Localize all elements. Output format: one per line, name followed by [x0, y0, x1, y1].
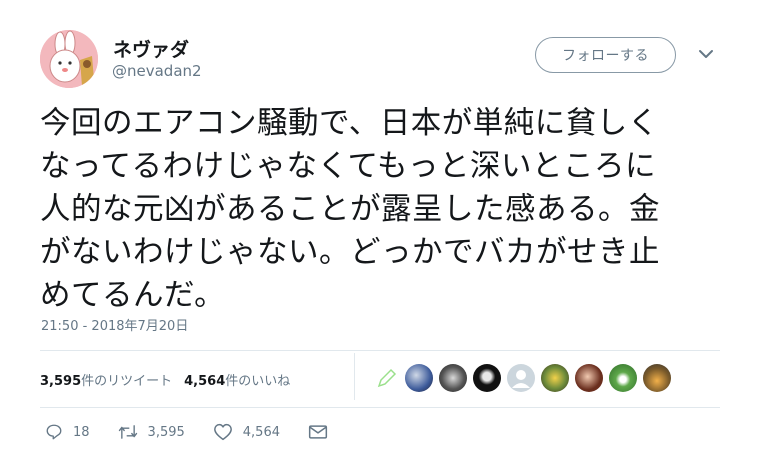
liker-avatar[interactable]: [405, 364, 433, 392]
reply-count: 18: [73, 424, 90, 440]
liker-avatar[interactable]: [473, 364, 501, 392]
avatar[interactable]: [40, 30, 98, 88]
rabbit-avatar-image: [40, 30, 98, 88]
likes-label: 件のいいね: [225, 374, 291, 389]
liker-avatar[interactable]: [643, 364, 671, 392]
liker-avatar[interactable]: [609, 364, 637, 392]
retweets-label: 件のリツイート: [81, 374, 173, 389]
envelope-icon: [308, 425, 328, 439]
retweet-icon: [118, 425, 137, 439]
tweet-line: なってるわけじゃなくてもっと深いところに: [40, 149, 657, 184]
chevron-down-icon[interactable]: [698, 48, 714, 60]
retweet-count: 3,595: [147, 424, 185, 440]
retweets-count: 3,595: [40, 374, 82, 389]
reply-icon: [46, 424, 62, 440]
likers-avatars: [375, 363, 677, 393]
tweet-text: 今回のエアコン騒動で、日本が単純に貧しく なってるわけじゃなくてもっと深いところ…: [40, 102, 730, 317]
direct-message-button[interactable]: [308, 424, 338, 440]
divider: [40, 407, 720, 408]
liker-avatar[interactable]: [507, 364, 535, 392]
tweet-line: がないわけじゃない。どっかでバカがせき止: [40, 235, 660, 270]
likes-stat[interactable]: 4,564件のいいね: [184, 370, 290, 389]
stats-divider: [354, 353, 355, 400]
liker-avatar[interactable]: [575, 364, 603, 392]
heart-icon: [213, 423, 232, 441]
action-bar: 18 3,595 4,564: [45, 423, 366, 441]
reply-button[interactable]: 18: [45, 423, 90, 441]
default-profile-icon: [512, 370, 530, 388]
like-count: 4,564: [242, 424, 280, 440]
retweet-button[interactable]: 3,595: [118, 423, 185, 441]
pencil-icon: [377, 368, 397, 388]
like-button[interactable]: 4,564: [213, 423, 280, 441]
tweet-stats: 3,595件のリツイート 4,564件のいいね: [40, 370, 302, 389]
likes-count: 4,564: [184, 374, 226, 389]
liker-avatar[interactable]: [541, 364, 569, 392]
tweet-line: 人的な元凶があることが露呈した感ある。金: [40, 192, 660, 227]
divider: [40, 350, 720, 351]
display-name[interactable]: ネヴァダ: [113, 35, 189, 62]
retweets-stat[interactable]: 3,595件のリツイート: [40, 370, 172, 389]
tweet-line: めてるんだ。: [40, 278, 226, 313]
follow-button[interactable]: フォローする: [535, 37, 676, 73]
liker-avatar[interactable]: [439, 364, 467, 392]
user-handle[interactable]: @nevadan2: [112, 62, 202, 80]
tweet-line: 今回のエアコン騒動で、日本が単純に貧しく: [40, 106, 659, 141]
tweet-timestamp[interactable]: 21:50 - 2018年7月20日: [41, 315, 188, 334]
